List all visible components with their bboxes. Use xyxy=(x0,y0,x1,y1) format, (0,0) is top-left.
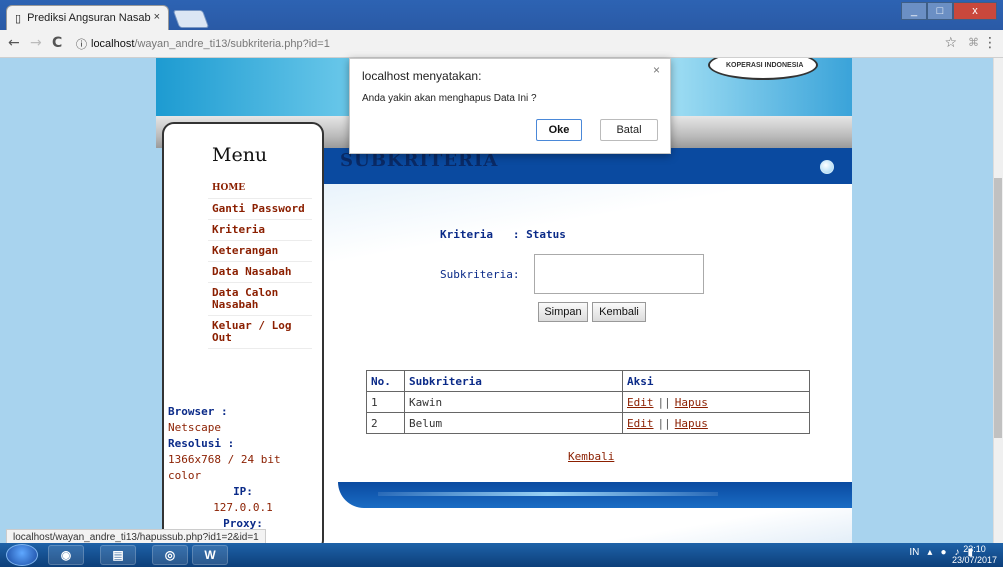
tab-close-icon[interactable]: × xyxy=(154,11,160,23)
col-header-subkriteria: Subkriteria xyxy=(404,370,623,392)
row-no: 1 xyxy=(366,391,405,413)
firefox-taskbar-icon[interactable]: ◉ xyxy=(48,545,84,565)
menu-item-logout[interactable]: Keluar / Log Out xyxy=(208,316,312,349)
subkriteria-label: Subkriteria: xyxy=(440,268,520,281)
kriteria-value: : Status xyxy=(512,228,566,241)
bookmark-star-icon[interactable]: ☆ xyxy=(944,35,957,51)
new-tab-button[interactable] xyxy=(172,10,210,28)
table-header-row: No. Subkriteria Aksi xyxy=(366,370,810,392)
ip-label: IP: xyxy=(233,485,253,498)
extension-icon[interactable]: ⌘ xyxy=(968,36,979,49)
menu-list: HOME Ganti Password Kriteria Keterangan … xyxy=(208,178,312,349)
kriteria-line: Kriteria : Status xyxy=(440,228,640,241)
table-row: 2 Belum Edit || Hapus xyxy=(366,412,810,434)
maximize-button[interactable]: □ xyxy=(927,2,953,20)
scrollbar-thumb[interactable] xyxy=(994,178,1002,438)
menu-title: Menu xyxy=(212,144,268,166)
start-button[interactable] xyxy=(6,544,38,566)
subkriteria-table: No. Subkriteria Aksi 1 Kawin Edit || Hapus… xyxy=(366,370,810,434)
reload-icon[interactable]: C xyxy=(52,35,62,51)
kriteria-label: Kriteria xyxy=(440,228,493,241)
menu-item-keterangan[interactable]: Keterangan xyxy=(208,241,312,262)
row-actions: Edit || Hapus xyxy=(622,391,810,413)
kembali-button[interactable]: Kembali xyxy=(592,302,646,322)
edit-link[interactable]: Edit xyxy=(627,417,654,430)
url-host: localhost xyxy=(91,38,135,50)
simpan-button[interactable]: Simpan xyxy=(538,302,588,322)
explorer-taskbar-icon[interactable]: ▤ xyxy=(100,545,136,565)
dialog-title: localhost menyatakan: xyxy=(362,69,482,83)
resolution-label: Resolusi : xyxy=(168,437,235,450)
clock-time: 23:10 xyxy=(963,544,986,554)
sidebar-menu: Menu HOME Ganti Password Kriteria Ketera… xyxy=(162,122,324,543)
clock-date: 23/07/2017 xyxy=(951,555,997,565)
language-indicator[interactable]: IN xyxy=(909,547,919,558)
url-path: /wayan_andre_ti13/subkriteria.php?id=1 xyxy=(134,38,330,50)
tray-app-icon[interactable]: ● xyxy=(940,547,946,558)
edit-link[interactable]: Edit xyxy=(627,396,654,409)
browser-label: Browser : xyxy=(168,405,228,418)
hapus-link[interactable]: Hapus xyxy=(675,396,708,409)
window-controls: _ □ x xyxy=(901,2,997,20)
ip-value: 127.0.0.1 xyxy=(213,501,273,514)
koperasi-logo: KOPERASI INDONESIA xyxy=(708,58,818,80)
page-scrollbar[interactable] xyxy=(993,58,1003,543)
browser-menu-icon[interactable]: ⋮ xyxy=(983,35,997,51)
close-window-button[interactable]: x xyxy=(953,2,997,20)
dialog-close-icon[interactable]: × xyxy=(653,63,660,77)
client-info: Browser : Netscape Resolusi : 1366x768 /… xyxy=(168,404,318,532)
browser-tab[interactable]: ▯ Prediksi Angsuran Nasab × xyxy=(6,5,169,30)
col-header-aksi: Aksi xyxy=(622,370,810,392)
info-icon[interactable]: ⓘ xyxy=(76,36,87,52)
col-header-no: No. xyxy=(366,370,405,392)
table-row: 1 Kawin Edit || Hapus xyxy=(366,391,810,413)
tray-expand-icon[interactable]: ▴ xyxy=(927,547,932,558)
row-actions: Edit || Hapus xyxy=(622,412,810,434)
row-subkriteria: Kawin xyxy=(404,391,623,413)
windows-taskbar: ◉ ▤ ◎ W IN ▴ ● ♪ ▮ 23:10 23/07/2017 xyxy=(0,543,1003,567)
resolution-value: 1366x768 / 24 bit color xyxy=(168,453,281,482)
browser-value: Netscape xyxy=(168,421,221,434)
menu-item-kriteria[interactable]: Kriteria xyxy=(208,220,312,241)
menu-item-data-calon-nasabah[interactable]: Data Calon Nasabah xyxy=(208,283,312,316)
minimize-button[interactable]: _ xyxy=(901,2,927,20)
chrome-taskbar-icon[interactable]: ◎ xyxy=(152,545,188,565)
content-footer-band xyxy=(338,482,852,508)
tab-title: Prediksi Angsuran Nasab xyxy=(27,12,151,24)
menu-item-home[interactable]: HOME xyxy=(208,178,312,199)
address-bar: ← → C ⓘ localhost/wayan_andre_ti13/subkr… xyxy=(0,30,1003,58)
oke-button[interactable]: Oke xyxy=(536,119,582,141)
hapus-link[interactable]: Hapus xyxy=(675,417,708,430)
subkriteria-textarea[interactable] xyxy=(534,254,704,294)
action-separator: || xyxy=(657,416,671,430)
clock[interactable]: 23:10 23/07/2017 xyxy=(952,544,997,566)
bubble-icon xyxy=(820,160,834,174)
page-icon: ▯ xyxy=(15,12,22,25)
browser-tab-bar: ▯ Prediksi Angsuran Nasab × _ □ x xyxy=(0,0,1003,30)
row-no: 2 xyxy=(366,412,405,434)
url-input[interactable]: ⓘ localhost/wayan_andre_ti13/subkriteria… xyxy=(76,34,936,54)
action-separator: || xyxy=(657,395,671,409)
menu-item-data-nasabah[interactable]: Data Nasabah xyxy=(208,262,312,283)
confirm-dialog: localhost menyatakan: × Anda yakin akan … xyxy=(349,58,671,154)
menu-item-ganti-password[interactable]: Ganti Password xyxy=(208,199,312,220)
batal-button[interactable]: Batal xyxy=(600,119,658,141)
forward-icon[interactable]: → xyxy=(30,35,42,51)
back-icon[interactable]: ← xyxy=(8,35,20,51)
row-subkriteria: Belum xyxy=(404,412,623,434)
kembali-link[interactable]: Kembali xyxy=(568,450,614,463)
dialog-message: Anda yakin akan menghapus Data Ini ? xyxy=(362,93,537,104)
word-taskbar-icon[interactable]: W xyxy=(192,545,228,565)
